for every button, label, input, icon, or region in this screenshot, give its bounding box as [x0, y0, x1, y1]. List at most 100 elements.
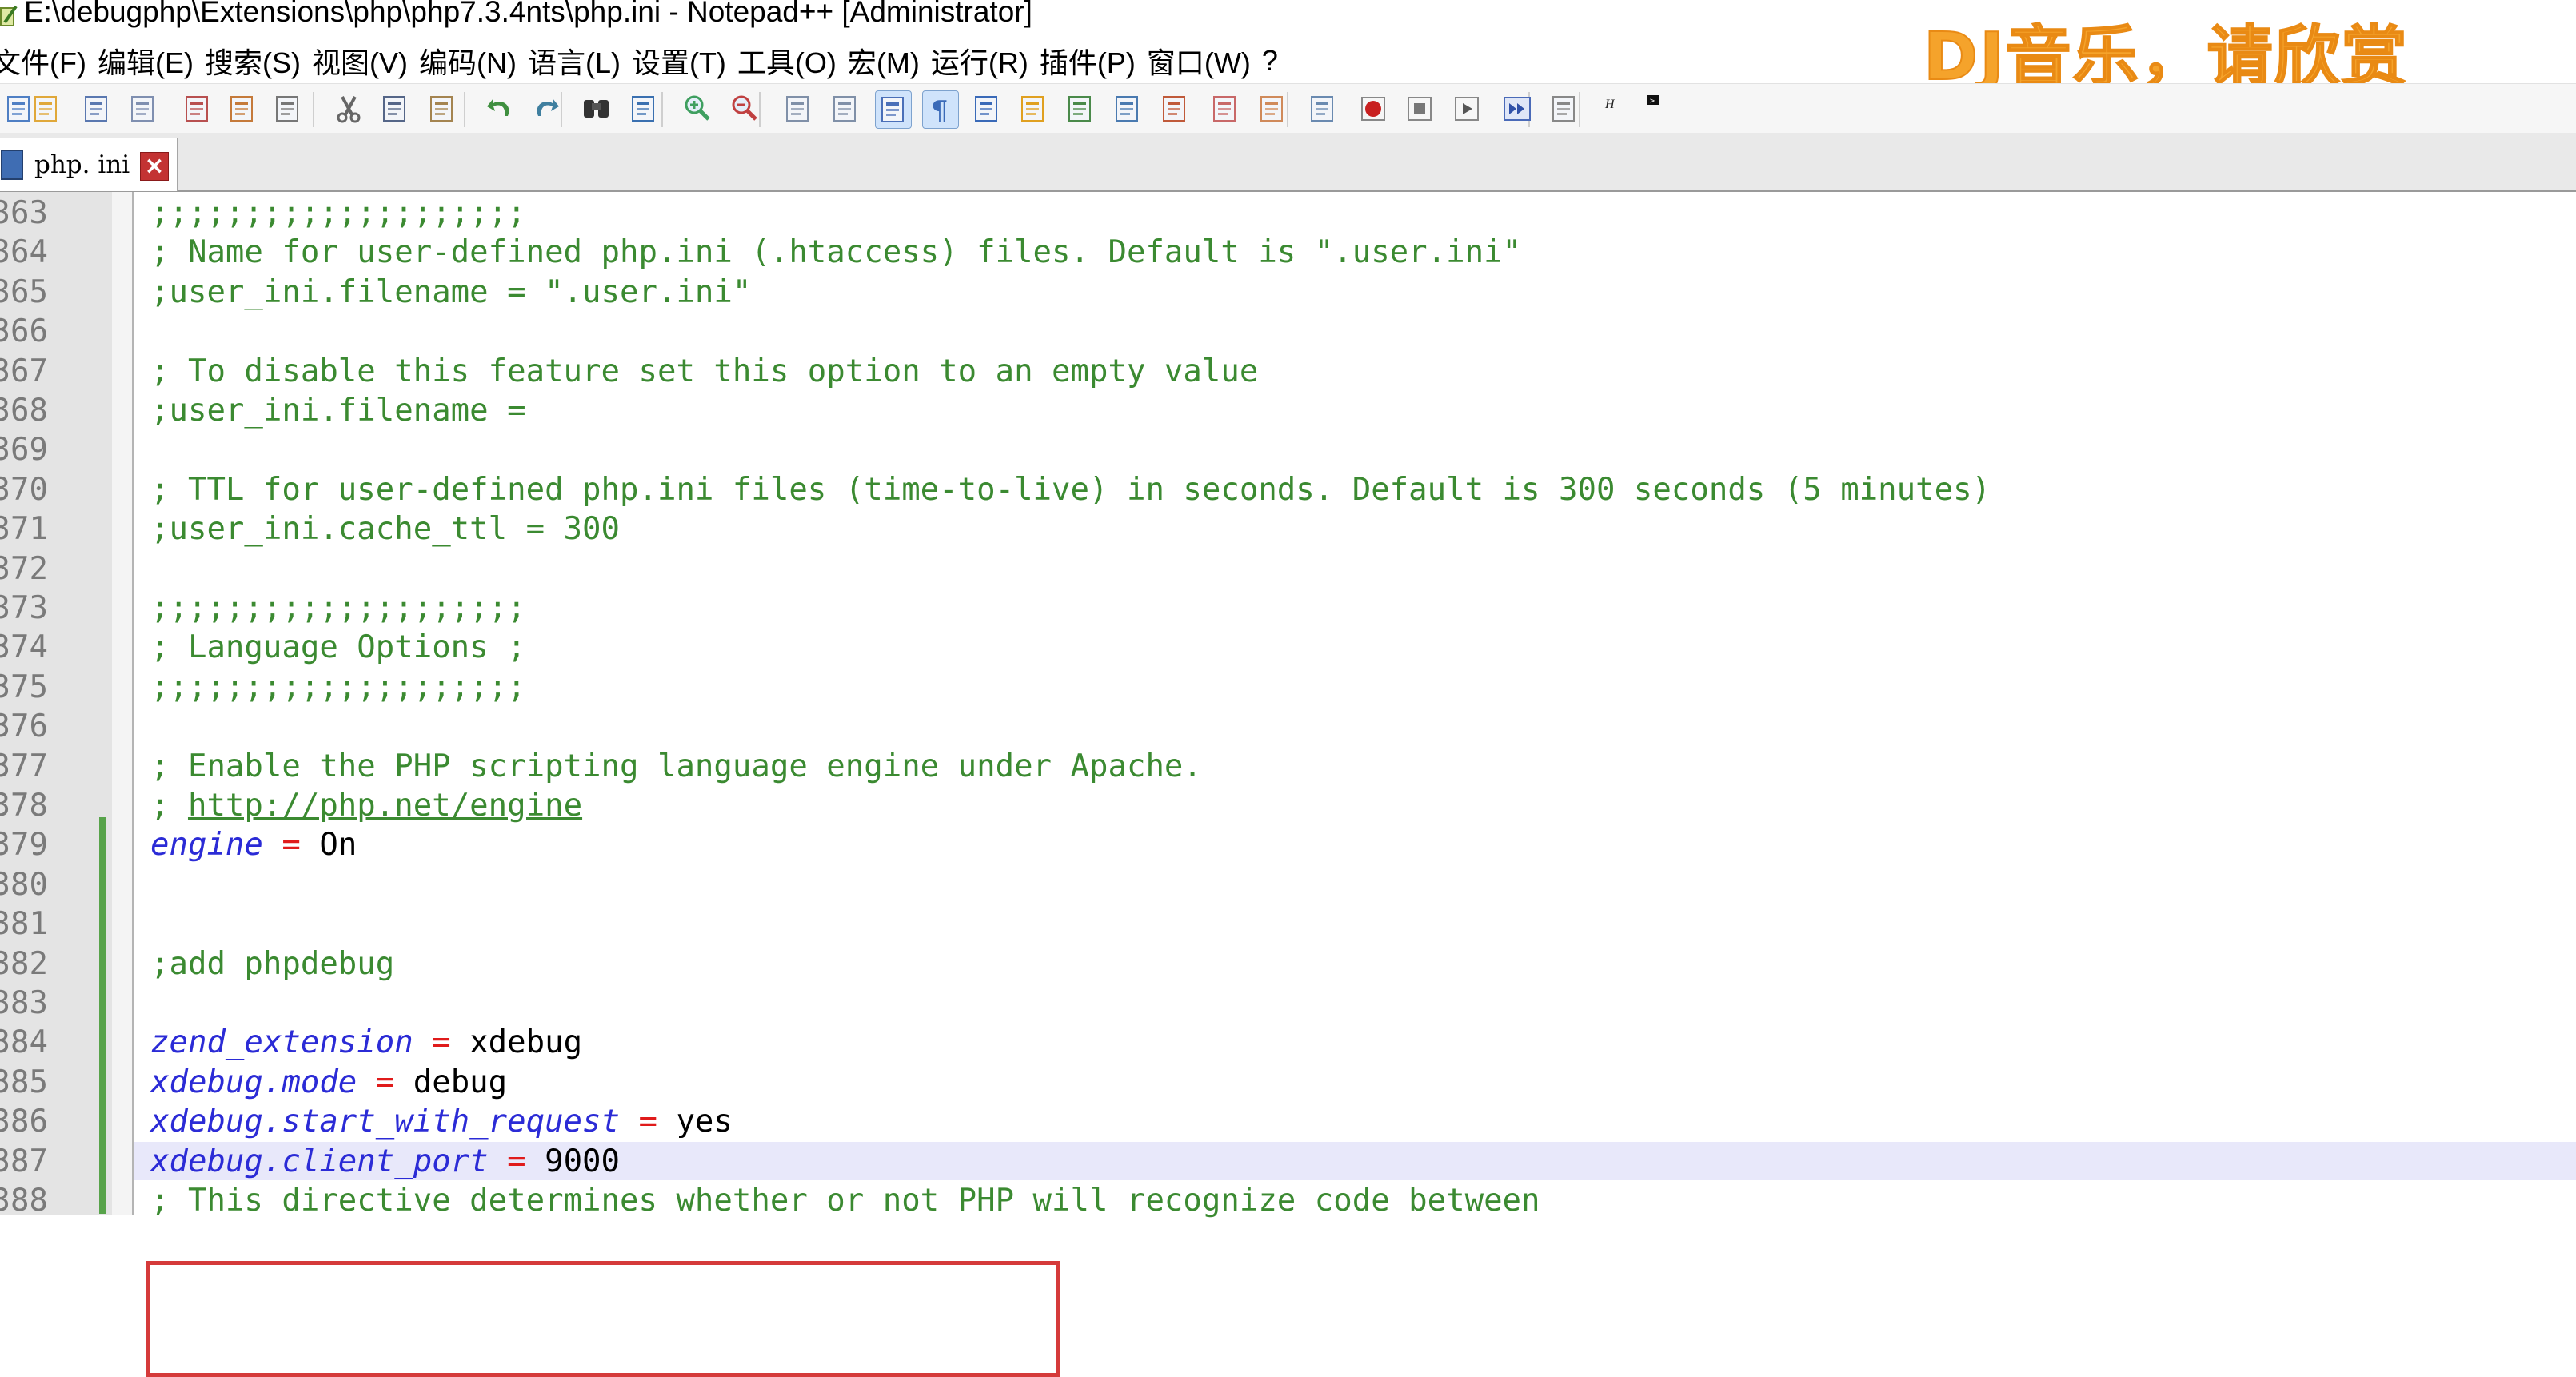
ini-operator: = [357, 1064, 413, 1100]
tab-php-ini[interactable]: php. ini × [0, 138, 178, 191]
notepadpp-icon [0, 5, 18, 26]
language-icon[interactable] [1016, 90, 1051, 127]
comment-text: ;;;;;;;;;;;;;;;;;;;; [150, 195, 526, 231]
sync-horizontal-icon[interactable] [828, 90, 863, 127]
menu-item[interactable]: 编码(N) [419, 40, 528, 82]
code-text: ; Name for user-defined php.ini (.htacce… [150, 233, 1521, 272]
indent-guide-icon[interactable] [969, 90, 1004, 127]
code-line[interactable]: 378; http://php.net/engine [0, 786, 2576, 825]
word-wrap-icon [881, 97, 904, 122]
code-line[interactable]: 386 xdebug.start_with_request = yes [0, 1102, 2576, 1141]
folder-as-workspace-icon[interactable] [1157, 90, 1192, 127]
line-number: 374 [0, 629, 48, 666]
show-all-characters-icon[interactable]: ¶ [921, 90, 959, 129]
menu-item[interactable]: 工具(O) [737, 40, 848, 82]
redo-icon[interactable] [529, 90, 564, 127]
ini-value: On [319, 827, 357, 864]
code-line[interactable]: 383 [0, 984, 2576, 1023]
ini-operator: = [413, 1024, 470, 1061]
undo-icon[interactable] [482, 90, 517, 127]
paste-icon [430, 96, 453, 122]
menu-item[interactable]: 语言(L) [528, 40, 632, 82]
tab-label: php. ini [34, 150, 130, 179]
replace-icon[interactable] [626, 90, 661, 127]
record-macro-icon[interactable] [1356, 90, 1391, 127]
copy-icon[interactable] [377, 90, 413, 127]
function-list-icon [1116, 96, 1138, 122]
menu-item[interactable]: 搜索(S) [205, 40, 312, 82]
terminal-icon[interactable]: > [1647, 90, 1683, 127]
open-file-icon[interactable] [29, 90, 64, 127]
code-text: ; Language Options ; [150, 628, 526, 667]
open-folder-icon[interactable] [1255, 90, 1290, 127]
zoom-in-icon[interactable] [680, 90, 715, 127]
menu-item[interactable]: 视图(V) [312, 40, 419, 82]
code-line[interactable]: 374 ; Language Options ; [0, 628, 2576, 667]
code-line[interactable]: 371 ;user_ini.cache_ttl = 300 [0, 509, 2576, 549]
hex-editor-icon[interactable]: H [1600, 90, 1635, 127]
code-line[interactable]: 377 ; Enable the PHP scripting language e… [0, 747, 2576, 786]
cut-icon[interactable] [331, 90, 366, 127]
code-line[interactable]: 381 [0, 904, 2576, 944]
sync-vertical-icon[interactable] [781, 90, 816, 127]
code-line[interactable]: 370 ; TTL for user-defined php.ini files … [0, 470, 2576, 509]
zoom-out-icon[interactable] [727, 90, 762, 127]
close-tab-icon[interactable]: × [140, 152, 169, 181]
monitoring-icon[interactable] [1208, 90, 1243, 127]
menu-item[interactable]: ? [1262, 44, 1289, 78]
code-line[interactable]: 365 ;user_ini.filename = ".user.ini" [0, 273, 2576, 312]
undo-icon [486, 98, 509, 116]
find-icon[interactable] [579, 90, 614, 127]
comment-text: ; [150, 788, 188, 824]
editor[interactable]: 363;;;;;;;;;;;;;;;;;;;; 364; Name for use… [0, 192, 2576, 1377]
comment-text: ; This directive determines whether or n… [150, 1183, 1540, 1219]
print-icon[interactable] [270, 90, 306, 127]
code-line[interactable]: 376 [0, 707, 2576, 746]
ini-value: 9000 [545, 1143, 621, 1179]
code-line[interactable]: 380 [0, 865, 2576, 904]
paste-icon[interactable] [425, 90, 460, 127]
stop-recording-icon[interactable] [1402, 90, 1437, 127]
line-number: 386 [0, 1104, 48, 1140]
code-text: ;;;;;;;;;;;;;;;;;;;; [150, 589, 526, 628]
menu-item[interactable]: 窗口(W) [1147, 40, 1262, 82]
code-line[interactable]: 382 ;add phpdebug [0, 944, 2576, 984]
document-map-icon[interactable] [1063, 90, 1098, 127]
code-text: ; TTL for user-defined php.ini files (ti… [150, 470, 1991, 509]
word-wrap-icon[interactable] [875, 90, 912, 129]
code-line[interactable]: 373;;;;;;;;;;;;;;;;;;;; [0, 589, 2576, 628]
menu-item[interactable]: 插件(P) [1040, 40, 1147, 82]
code-line[interactable]: 372 [0, 549, 2576, 589]
code-line[interactable]: 369 [0, 430, 2576, 469]
code-text: xdebug.client_port = 9000 [150, 1142, 620, 1181]
menu-item[interactable]: 宏(M) [848, 40, 931, 82]
code-line[interactable]: 385 xdebug.mode = debug [0, 1063, 2576, 1102]
code-line[interactable]: 366 [0, 312, 2576, 351]
close-icon[interactable] [180, 90, 215, 127]
run-multiple-macro-icon[interactable] [1500, 90, 1535, 127]
menu-item[interactable]: 文件(F) [0, 40, 98, 82]
code-line[interactable]: 387 xdebug.client_port = 9000 [0, 1142, 2576, 1181]
svg-text:¶: ¶ [931, 95, 949, 127]
folder-as-workspace-icon [1162, 96, 1185, 122]
menu-item[interactable]: 编辑(E) [98, 40, 205, 82]
code-line[interactable]: 363;;;;;;;;;;;;;;;;;;;; [0, 194, 2576, 233]
saved-file-icon [1, 150, 23, 180]
close-all-icon[interactable] [225, 90, 260, 127]
comment-link[interactable]: http://php.net/engine [188, 788, 582, 824]
code-line[interactable]: 379 engine = On [0, 825, 2576, 864]
menu-item[interactable]: 设置(T) [632, 40, 737, 82]
code-line[interactable]: 368 ;user_ini.filename = [0, 391, 2576, 430]
code-line[interactable]: 384 zend_extension = xdebug [0, 1023, 2576, 1062]
code-line[interactable]: 375;;;;;;;;;;;;;;;;;;;; [0, 668, 2576, 707]
code-line[interactable]: 367 ; To disable this feature set this op… [0, 352, 2576, 391]
code-line[interactable]: 364 ; Name for user-defined php.ini (.hta… [0, 233, 2576, 272]
play-macro-icon[interactable] [1449, 90, 1484, 127]
menu-item[interactable]: 运行(R) [931, 40, 1040, 82]
line-number: 380 [0, 866, 48, 903]
save-icon[interactable] [79, 90, 114, 127]
function-list-icon[interactable] [1110, 90, 1145, 127]
save-macro-icon[interactable] [1547, 90, 1582, 127]
save-all-icon[interactable] [126, 90, 161, 127]
preview-icon[interactable] [1305, 90, 1340, 127]
